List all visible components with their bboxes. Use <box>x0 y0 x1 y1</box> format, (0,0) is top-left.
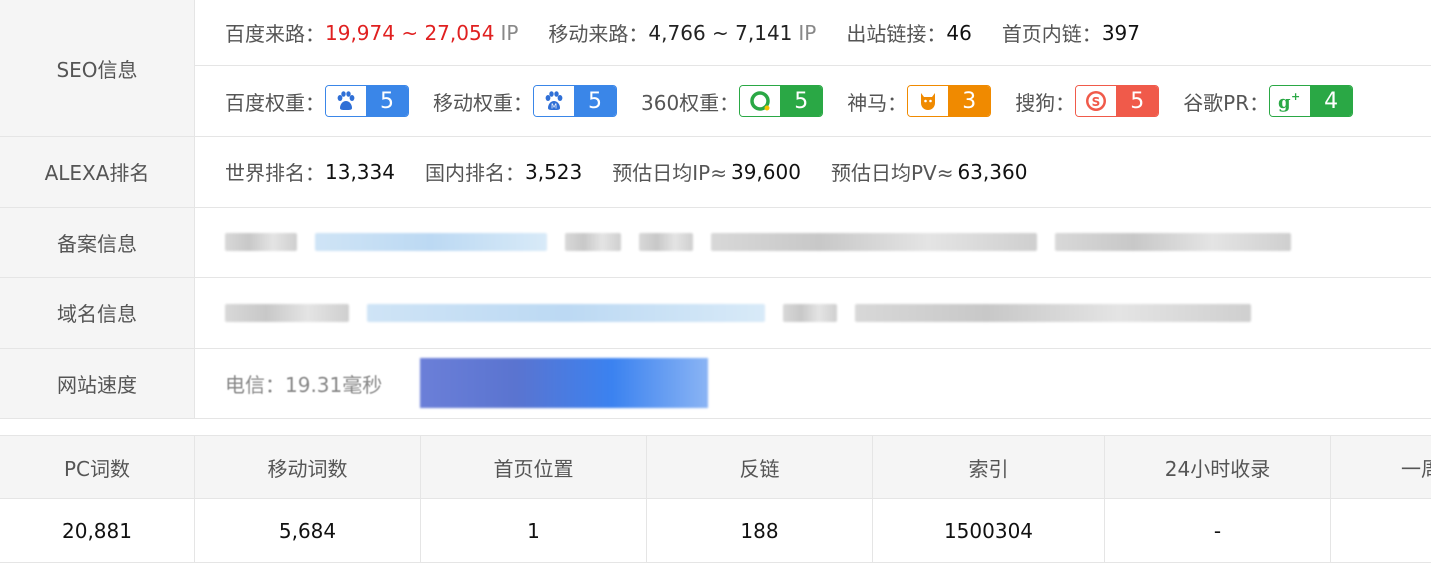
stats-header-row: PC词数 移动词数 首页位置 反链 索引 24小时收录 一周 <box>0 435 1431 499</box>
domain-row: 域名信息 <box>0 278 1431 349</box>
domain-content-redacted <box>195 278 1431 348</box>
pc-keywords-value[interactable]: 20,881 <box>0 499 195 562</box>
mobile-keywords-value[interactable]: 5,684 <box>195 499 421 562</box>
redacted-block <box>711 233 1037 252</box>
baidu-weight-value: 5 <box>366 86 408 116</box>
mobile-weight-value: 5 <box>574 86 616 116</box>
alexa-label: ALEXA排名 <box>0 137 195 207</box>
daily-pv-label: 预估日均PV≈ <box>830 161 954 186</box>
shenma-weight-badge[interactable]: 3 <box>907 85 992 117</box>
seo-info-label-text: SEO信息 <box>56 57 138 82</box>
svg-text:S: S <box>1092 95 1101 109</box>
header-mobile-keywords: 移动词数 <box>195 436 421 498</box>
google-pr-badge[interactable]: g + 4 <box>1269 85 1354 117</box>
redacted-block <box>639 233 693 252</box>
daily-ip-label: 预估日均IP≈ <box>612 161 727 186</box>
domestic-rank-label: 国内排名： <box>424 161 525 186</box>
mobile-traffic-unit: IP <box>798 20 817 45</box>
svg-text:+: + <box>1291 90 1300 103</box>
indexed-24h-value: - <box>1105 499 1331 562</box>
google-pr-value: 4 <box>1310 86 1353 116</box>
stats-value-row: 20,881 5,684 1 188 1500304 - <box>0 499 1431 563</box>
sogou-weight-value: 5 <box>1116 86 1159 116</box>
redacted-link <box>315 233 547 252</box>
header-24h-indexed: 24小时收录 <box>1105 436 1331 498</box>
baidu-mobile-paw-icon: M <box>534 86 574 116</box>
icp-row: 备案信息 <box>0 207 1431 278</box>
indexed-week-value <box>1331 499 1431 562</box>
redacted-block <box>1055 233 1291 252</box>
baidu-paw-icon <box>326 86 366 116</box>
sogou-weight-badge[interactable]: S 5 <box>1075 85 1160 117</box>
alexa-row: ALEXA排名 世界排名： 13,334 国内排名： 3,523 预估日均IP≈… <box>0 137 1431 208</box>
speed-label: 网站速度 <box>0 348 195 418</box>
mobile-weight-badge[interactable]: M 5 <box>533 85 617 117</box>
stats-table: PC词数 移动词数 首页位置 反链 索引 24小时收录 一周 20,881 5,… <box>0 435 1431 563</box>
internal-links-label: 首页内链： <box>1001 22 1102 46</box>
mobile-traffic-label: 移动来路： <box>548 22 649 46</box>
world-rank-label: 世界排名： <box>225 161 325 186</box>
backlinks-value[interactable]: 188 <box>647 499 873 562</box>
internal-links-value[interactable]: 397 <box>1102 21 1140 45</box>
daily-ip-value: 39,600 <box>730 159 801 184</box>
speed-content: 电信：19.31毫秒 <box>195 349 1431 419</box>
svg-text:M: M <box>551 103 557 111</box>
icp-label: 备案信息 <box>0 207 195 277</box>
google-plus-icon: g + <box>1270 86 1311 116</box>
mobile-traffic-value[interactable]: 4,766 ~ 7,141 <box>648 21 792 45</box>
header-homepage-position: 首页位置 <box>421 436 647 498</box>
redacted-block <box>783 303 837 322</box>
svg-text:g: g <box>1278 92 1291 113</box>
redacted-block <box>565 233 621 252</box>
domestic-rank-value[interactable]: 3,523 <box>525 160 582 184</box>
baidu-weight-badge[interactable]: 5 <box>325 85 409 117</box>
baidu-traffic-unit: IP <box>500 20 519 45</box>
seo-traffic-line: 百度来路： 19,974 ~ 27,054 IP 移动来路： 4,766 ~ 7… <box>195 0 1431 66</box>
seo-weights-line: 百度权重： 5 移动权重： M 5 360权重： 5 神马： 3 搜狗： S 5… <box>195 66 1431 137</box>
so360-weight-value: 5 <box>780 86 823 116</box>
homepage-position-value[interactable]: 1 <box>421 499 647 562</box>
sogou-icon: S <box>1076 86 1117 116</box>
redacted-link <box>367 303 765 322</box>
shenma-weight-label: 神马： <box>847 90 908 115</box>
shenma-icon <box>908 86 949 116</box>
world-rank-value[interactable]: 13,334 <box>325 160 395 184</box>
alexa-content: 世界排名： 13,334 国内排名： 3,523 预估日均IP≈ 39,600 … <box>195 137 1431 207</box>
sogou-weight-label: 搜狗： <box>1015 90 1076 115</box>
header-pc-keywords: PC词数 <box>0 436 195 498</box>
redacted-block <box>225 233 297 252</box>
outbound-links-label: 出站链接： <box>846 22 947 46</box>
domain-label: 域名信息 <box>0 278 195 348</box>
so360-icon <box>740 86 781 116</box>
shenma-weight-value: 3 <box>948 86 991 116</box>
baidu-traffic-label: 百度来路： <box>225 22 325 46</box>
mobile-weight-label: 移动权重： <box>433 90 533 115</box>
outbound-links-value[interactable]: 46 <box>946 21 971 45</box>
so360-weight-badge[interactable]: 5 <box>739 85 824 117</box>
speed-row: 网站速度 电信：19.31毫秒 <box>0 348 1431 419</box>
redacted-block <box>225 303 349 322</box>
seo-info-label: SEO信息 <box>0 0 195 137</box>
so360-weight-label: 360权重： <box>641 90 740 115</box>
telecom-speed-text: 电信：19.31毫秒 <box>225 372 383 397</box>
index-value[interactable]: 1500304 <box>873 499 1105 562</box>
header-index: 索引 <box>873 436 1105 498</box>
header-week-indexed: 一周 <box>1401 456 1431 481</box>
icp-content-redacted <box>195 208 1431 278</box>
info-table: ALEXA排名 世界排名： 13,334 国内排名： 3,523 预估日均IP≈… <box>0 137 1431 419</box>
google-pr-label: 谷歌PR： <box>1183 90 1270 115</box>
redacted-block <box>855 303 1251 322</box>
baidu-weight-label: 百度权重： <box>225 90 325 115</box>
speed-bar-redacted <box>420 358 709 409</box>
daily-pv-value: 63,360 <box>957 159 1028 184</box>
header-backlinks: 反链 <box>647 436 873 498</box>
baidu-traffic-value[interactable]: 19,974 ~ 27,054 <box>325 21 494 45</box>
